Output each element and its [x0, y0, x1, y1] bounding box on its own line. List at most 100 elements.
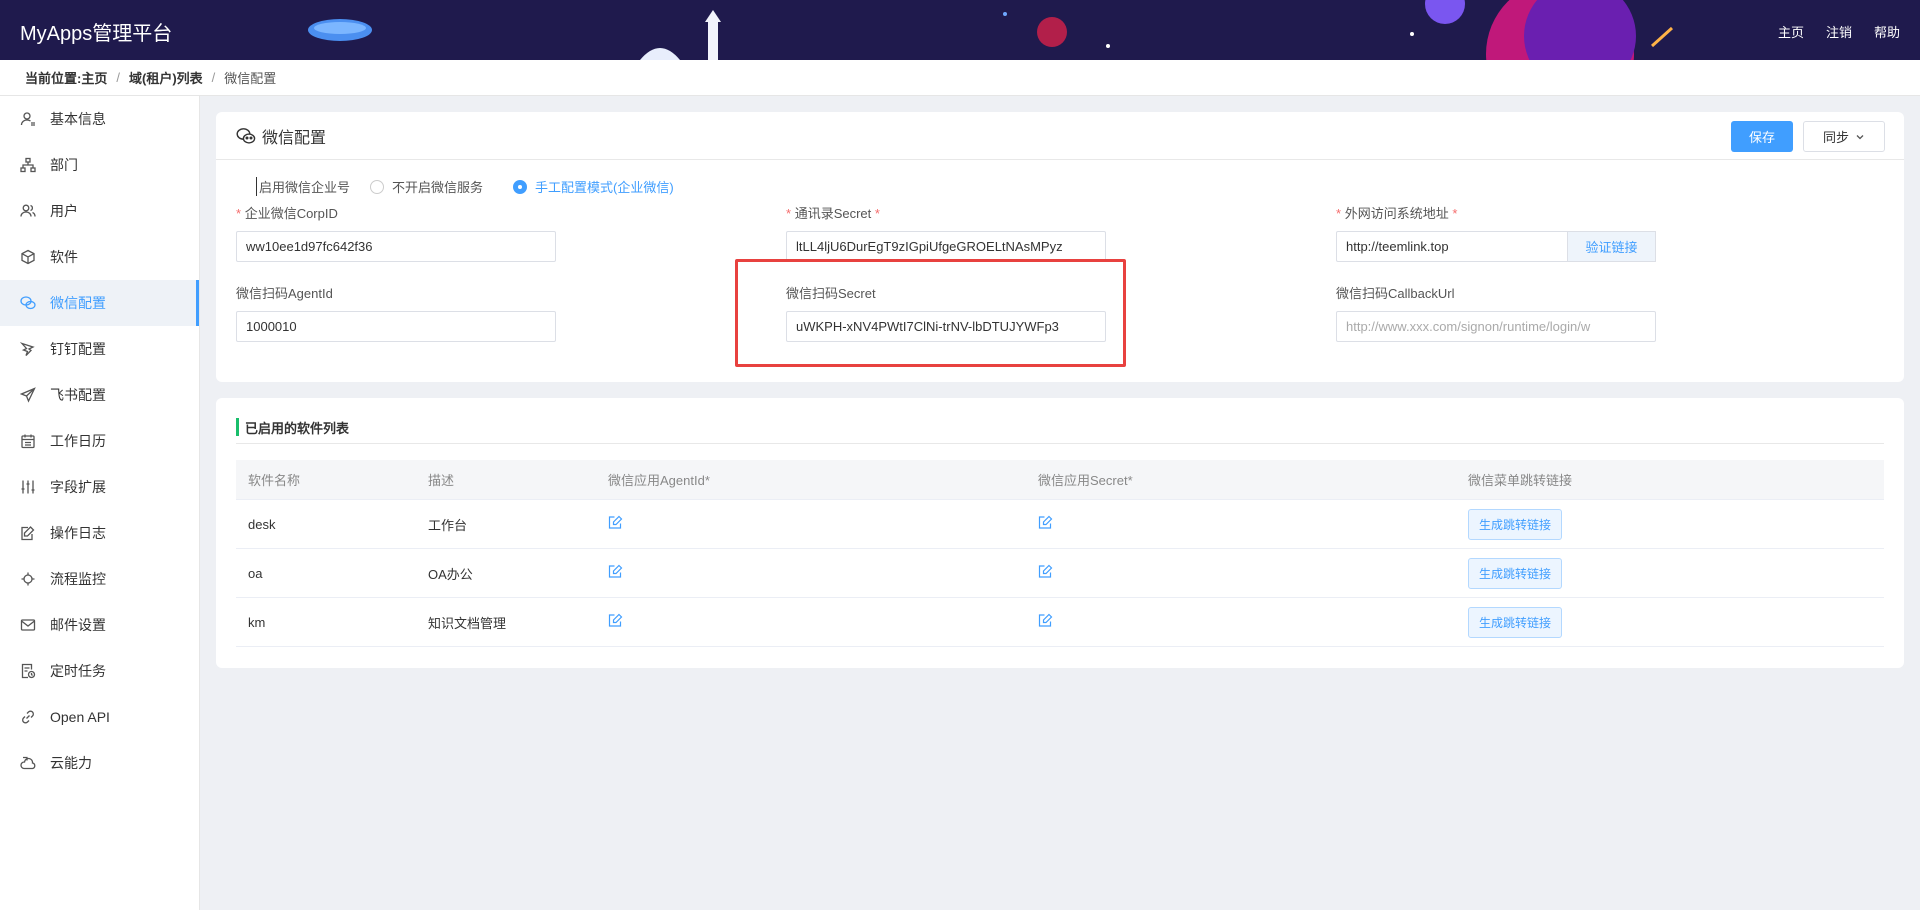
sidebar-item-field-extension[interactable]: 字段扩展 — [0, 464, 199, 510]
agent-id-cell — [596, 564, 1026, 582]
field-label: * 外网访问系统地址 * — [1336, 203, 1656, 221]
sidebar-item-scheduled-tasks[interactable]: 定时任务 — [0, 648, 199, 694]
menu-link-cell: 生成跳转链接 — [1456, 508, 1884, 540]
breadcrumb: 当前位置: 主页 / 域(租户)列表 / 微信配置 — [0, 60, 1920, 96]
column-header: 微信菜单跳转链接 — [1468, 473, 1573, 488]
app-logo[interactable]: MyApps管理平台 — [20, 17, 172, 46]
sidebar-item-label: 基本信息 — [50, 111, 106, 127]
edit-icon[interactable] — [608, 564, 623, 579]
edit-icon[interactable] — [608, 613, 623, 628]
nav-logout-link[interactable]: 注销 — [1826, 22, 1852, 41]
sidebar-item-users[interactable]: 用户 — [0, 188, 199, 234]
external-url-group: 验证链接 — [1336, 231, 1656, 262]
required-mark: * — [786, 206, 792, 221]
breadcrumb-home[interactable]: 主页 — [81, 68, 107, 87]
generate-link-button[interactable]: 生成跳转链接 — [1468, 557, 1562, 589]
nav-help-link[interactable]: 帮助 — [1874, 22, 1900, 41]
sync-dropdown-button[interactable]: 同步 — [1803, 121, 1885, 152]
generate-link-button[interactable]: 生成跳转链接 — [1468, 606, 1562, 638]
sidebar-item-dingtalk-config[interactable]: 钉钉配置 — [0, 326, 199, 372]
cube-icon — [20, 249, 36, 265]
radio-manual-config[interactable]: 手工配置模式(企业微信) — [513, 177, 674, 196]
sidebar-item-label: 微信配置 — [50, 295, 106, 311]
calendar-icon — [20, 433, 36, 449]
field-label: * 企业微信CorpID — [236, 203, 556, 221]
save-button[interactable]: 保存 — [1731, 121, 1793, 152]
edit-icon[interactable] — [608, 515, 623, 530]
sidebar-item-open-api[interactable]: Open API — [0, 694, 199, 740]
sidebar-item-work-calendar[interactable]: 工作日历 — [0, 418, 199, 464]
scan-agent-id-input[interactable] — [236, 311, 556, 342]
sidebar-item-label: 部门 — [50, 157, 78, 173]
sidebar-item-operation-log[interactable]: 操作日志 — [0, 510, 199, 556]
radio-label: 不开启微信服务 — [392, 180, 484, 195]
sidebar-item-label: 流程监控 — [50, 571, 106, 587]
field-label: 微信扫码AgentId — [236, 286, 333, 301]
software-desc-cell: 知识文档管理 — [428, 615, 507, 631]
corp-id-input[interactable] — [236, 231, 556, 262]
secret-cell — [1026, 564, 1456, 582]
radio-circle — [513, 179, 528, 194]
sidebar-item-department[interactable]: 部门 — [0, 142, 199, 188]
org-tree-icon — [20, 157, 36, 173]
sync-label: 同步 — [1822, 130, 1849, 145]
sidebar-item-basic-info[interactable]: 基本信息 — [0, 96, 199, 142]
breadcrumb-current: 微信配置 — [224, 71, 277, 86]
paper-plane-icon — [20, 387, 36, 403]
sidebar-item-software[interactable]: 软件 — [0, 234, 199, 280]
radio-disable-wechat[interactable]: 不开启微信服务 — [370, 177, 483, 196]
sidebar-item-feishu-config[interactable]: 飞书配置 — [0, 372, 199, 418]
required-mark: * — [1336, 206, 1342, 221]
verify-link-button[interactable]: 验证链接 — [1568, 231, 1656, 262]
wechat-icon — [20, 295, 36, 311]
edit-icon[interactable] — [1038, 515, 1053, 530]
sidebar-item-cloud-capability[interactable]: 云能力 — [0, 740, 199, 786]
field-label-text: 通讯录Secret — [794, 206, 872, 221]
required-mark: * — [874, 206, 880, 221]
secret-cell — [1026, 613, 1456, 631]
contacts-secret-field: * 通讯录Secret * — [786, 203, 1106, 262]
mail-icon — [20, 617, 36, 633]
edit-log-icon — [20, 525, 36, 541]
sliders-icon — [20, 479, 36, 495]
software-name-cell: oa — [248, 565, 263, 581]
column-header: 微信应用AgentId* — [608, 473, 710, 488]
sidebar-item-flow-monitor[interactable]: 流程监控 — [0, 556, 199, 602]
sidebar-item-label: 定时任务 — [50, 663, 106, 679]
monitor-icon — [20, 571, 36, 587]
sidebar-item-label: 字段扩展 — [50, 479, 106, 495]
callback-url-field: 微信扫码CallbackUrl — [1336, 283, 1656, 342]
software-desc-cell: OA办公 — [428, 566, 473, 582]
sidebar: 基本信息 部门 用户 软件 微信配置 钉钉配置 飞书配置 工作日历 字段扩展 操… — [0, 96, 200, 910]
software-name-cell: km — [248, 614, 266, 630]
sidebar-item-wechat-config[interactable]: 微信配置 — [0, 280, 199, 326]
sidebar-item-label: 用户 — [50, 203, 78, 219]
nav-home-link[interactable]: 主页 — [1778, 22, 1804, 41]
enable-wechat-radio-group: 启用微信企业号 不开启微信服务 手工配置模式(企业微信) — [256, 177, 704, 196]
required-mark: * — [236, 206, 242, 221]
table-row: desk 工作台 生成跳转链接 — [236, 500, 1884, 549]
agent-id-cell — [596, 613, 1026, 631]
breadcrumb-separator: / — [116, 70, 120, 85]
sidebar-item-label: 软件 — [50, 249, 78, 265]
contacts-secret-input[interactable] — [786, 231, 1106, 262]
radio-label: 手工配置模式(企业微信) — [535, 180, 674, 195]
edit-icon[interactable] — [1038, 564, 1053, 579]
field-label: * 通讯录Secret * — [786, 203, 1106, 221]
cloud-icon — [20, 755, 36, 771]
generate-link-button[interactable]: 生成跳转链接 — [1468, 508, 1562, 540]
callback-url-input[interactable] — [1336, 311, 1656, 342]
breadcrumb-separator: / — [211, 70, 216, 85]
sidebar-item-mail-settings[interactable]: 邮件设置 — [0, 602, 199, 648]
table-row: oa OA办公 生成跳转链接 — [236, 549, 1884, 598]
required-mark: * — [1452, 206, 1458, 221]
field-label-text: 企业微信CorpID — [244, 206, 338, 221]
breadcrumb-domain-list[interactable]: 域(租户)列表 — [129, 68, 203, 87]
sidebar-item-label: 邮件设置 — [50, 617, 106, 633]
edit-icon[interactable] — [1038, 613, 1053, 628]
external-url-input[interactable] — [1336, 231, 1568, 262]
user-info-icon — [20, 111, 36, 127]
software-list-title: 已启用的软件列表 — [236, 418, 1884, 436]
sidebar-item-label: 云能力 — [50, 755, 92, 771]
agent-id-cell — [596, 515, 1026, 533]
